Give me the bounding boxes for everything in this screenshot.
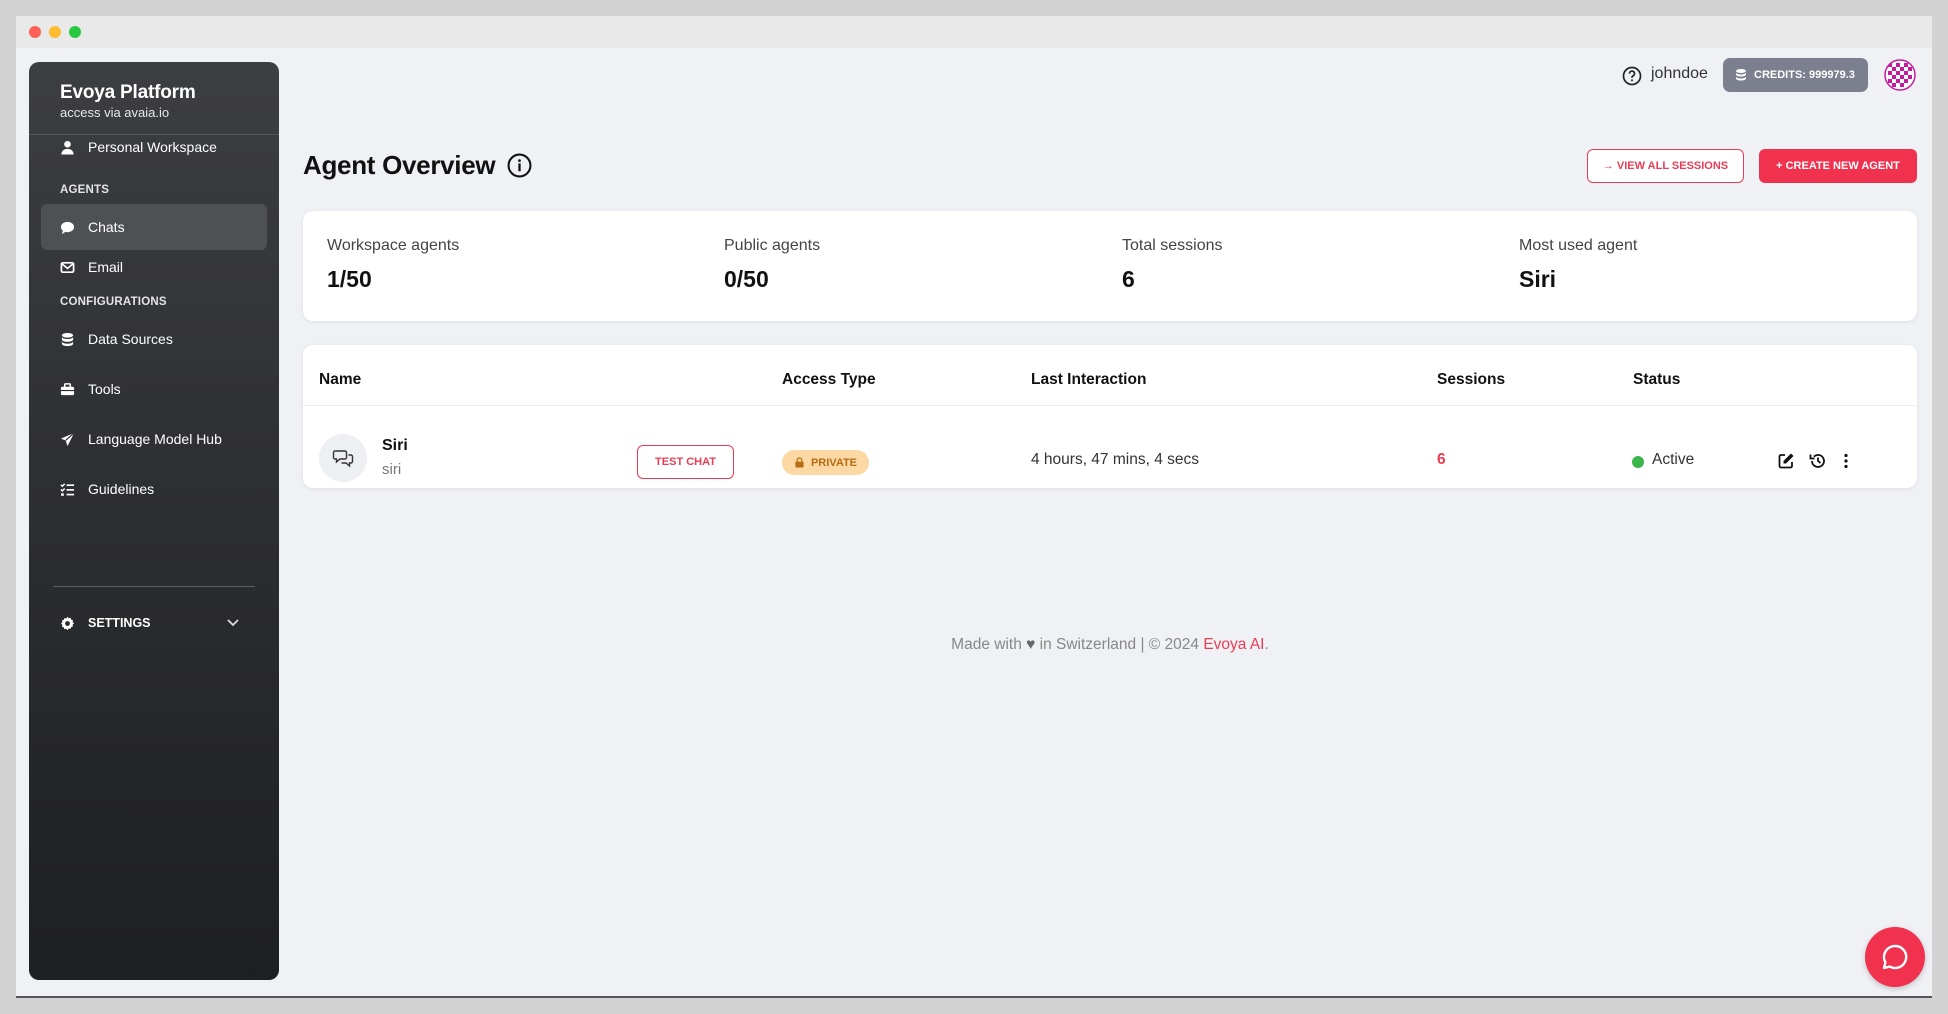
sidebar-item-label: SETTINGS (88, 616, 151, 630)
section-heading-agents: AGENTS (60, 184, 110, 196)
test-chat-button[interactable]: TEST CHAT (637, 445, 734, 479)
sidebar-item-label: Email (88, 259, 124, 275)
close-window-button[interactable] (29, 26, 41, 38)
sidebar-item-label: Language Model Hub (88, 431, 222, 447)
divider (303, 405, 1917, 406)
stats-card: Workspace agents 1/50 Public agents 0/50… (303, 211, 1917, 321)
stat-label: Most used agent (1519, 237, 1638, 254)
page-title: Agent Overview (303, 150, 496, 180)
access-type-badge: PRIVATE (782, 450, 869, 475)
brand-subtitle: access via avaia.io (60, 105, 170, 120)
brand-title: Evoya Platform (60, 82, 196, 103)
checklist-icon (60, 482, 75, 496)
user-icon (61, 140, 74, 155)
minimize-window-button[interactable] (49, 26, 61, 38)
history-icon[interactable] (1808, 451, 1828, 471)
chat-launcher-button[interactable] (1865, 927, 1925, 987)
envelope-icon (60, 261, 75, 273)
sessions-count[interactable]: 6 (1437, 451, 1446, 469)
stat-value: 6 (1122, 266, 1135, 292)
column-header-last-interaction[interactable]: Last Interaction (1031, 371, 1146, 389)
stat-value: 0/50 (724, 266, 769, 292)
username[interactable]: johndoe (1651, 65, 1708, 83)
sidebar: Evoya Platform access via avaia.io Perso… (29, 62, 279, 980)
more-options-icon[interactable] (1836, 451, 1856, 471)
sidebar-item-label: Chats (88, 219, 125, 235)
heart-icon: ♥ (1026, 636, 1036, 653)
agent-avatar (319, 434, 367, 482)
column-header-name[interactable]: Name (319, 371, 361, 389)
access-type-label: PRIVATE (810, 456, 858, 469)
sidebar-item-guidelines[interactable]: Guidelines (41, 466, 267, 512)
footer-brand-link[interactable]: Evoya AI (1203, 636, 1264, 653)
title-bar (16, 16, 1932, 48)
agent-slug: siri (382, 461, 402, 478)
app-window: Evoya Platform access via avaia.io Perso… (16, 16, 1932, 998)
chat-bubble-icon (60, 221, 75, 234)
maximize-window-button[interactable] (69, 26, 81, 38)
stat-label: Total sessions (1122, 237, 1223, 254)
toolbox-icon (60, 382, 75, 395)
lock-icon (795, 457, 804, 468)
sidebar-item-label: Guidelines (88, 481, 155, 497)
coins-icon (1736, 69, 1746, 81)
avatar[interactable] (1884, 59, 1916, 91)
view-all-sessions-button[interactable]: → VIEW ALL SESSIONS (1587, 149, 1744, 183)
credits-label: CREDITS: 999979.3 (1754, 69, 1855, 81)
sidebar-item-personal-workspace[interactable]: Personal Workspace (41, 124, 267, 170)
gear-icon (60, 616, 75, 630)
sidebar-item-email[interactable]: Email (41, 244, 267, 290)
column-header-status[interactable]: Status (1633, 371, 1680, 389)
chat-icon (1882, 944, 1908, 970)
footer-prefix: Made with (951, 636, 1022, 653)
help-icon[interactable] (1622, 66, 1642, 86)
sidebar-item-label: Data Sources (88, 331, 173, 347)
status-value: Active (1652, 451, 1695, 468)
paper-plane-icon (60, 432, 75, 446)
column-header-sessions[interactable]: Sessions (1437, 371, 1505, 389)
chevron-down-icon (227, 619, 239, 627)
stat-value: Siri (1519, 266, 1557, 292)
stat-value: 1/50 (327, 266, 372, 292)
agents-table: Name Access Type Last Interaction Sessio… (303, 345, 1917, 488)
sidebar-item-tools[interactable]: Tools (41, 366, 267, 412)
sidebar-item-label: Personal Workspace (88, 139, 217, 155)
stat-label: Workspace agents (327, 237, 460, 254)
sidebar-item-label: Tools (88, 381, 121, 397)
sidebar-item-data-sources[interactable]: Data Sources (41, 316, 267, 362)
column-header-access-type[interactable]: Access Type (782, 371, 876, 389)
section-heading-configurations: CONFIGURATIONS (60, 296, 167, 308)
footer: Made with ♥ in Switzerland | © 2024 Evoy… (16, 636, 1932, 654)
brand[interactable]: Evoya Platform access via avaia.io (60, 82, 196, 120)
edit-icon[interactable] (1776, 451, 1796, 471)
last-interaction-value: 4 hours, 47 mins, 4 secs (1031, 451, 1199, 468)
create-new-agent-button[interactable]: + CREATE NEW AGENT (1759, 149, 1917, 183)
database-icon (61, 332, 74, 346)
footer-end: . (1264, 636, 1269, 653)
footer-suffix: in Switzerland | © 2024 (1039, 636, 1199, 653)
status-dot (1632, 456, 1644, 468)
info-icon[interactable] (507, 153, 532, 178)
chat-bubbles-icon (332, 450, 354, 468)
sidebar-item-language-model-hub[interactable]: Language Model Hub (41, 416, 267, 462)
stat-label: Public agents (724, 237, 821, 254)
credits-badge[interactable]: CREDITS: 999979.3 (1723, 58, 1868, 92)
divider (53, 586, 255, 587)
agent-name[interactable]: Siri (382, 437, 408, 455)
